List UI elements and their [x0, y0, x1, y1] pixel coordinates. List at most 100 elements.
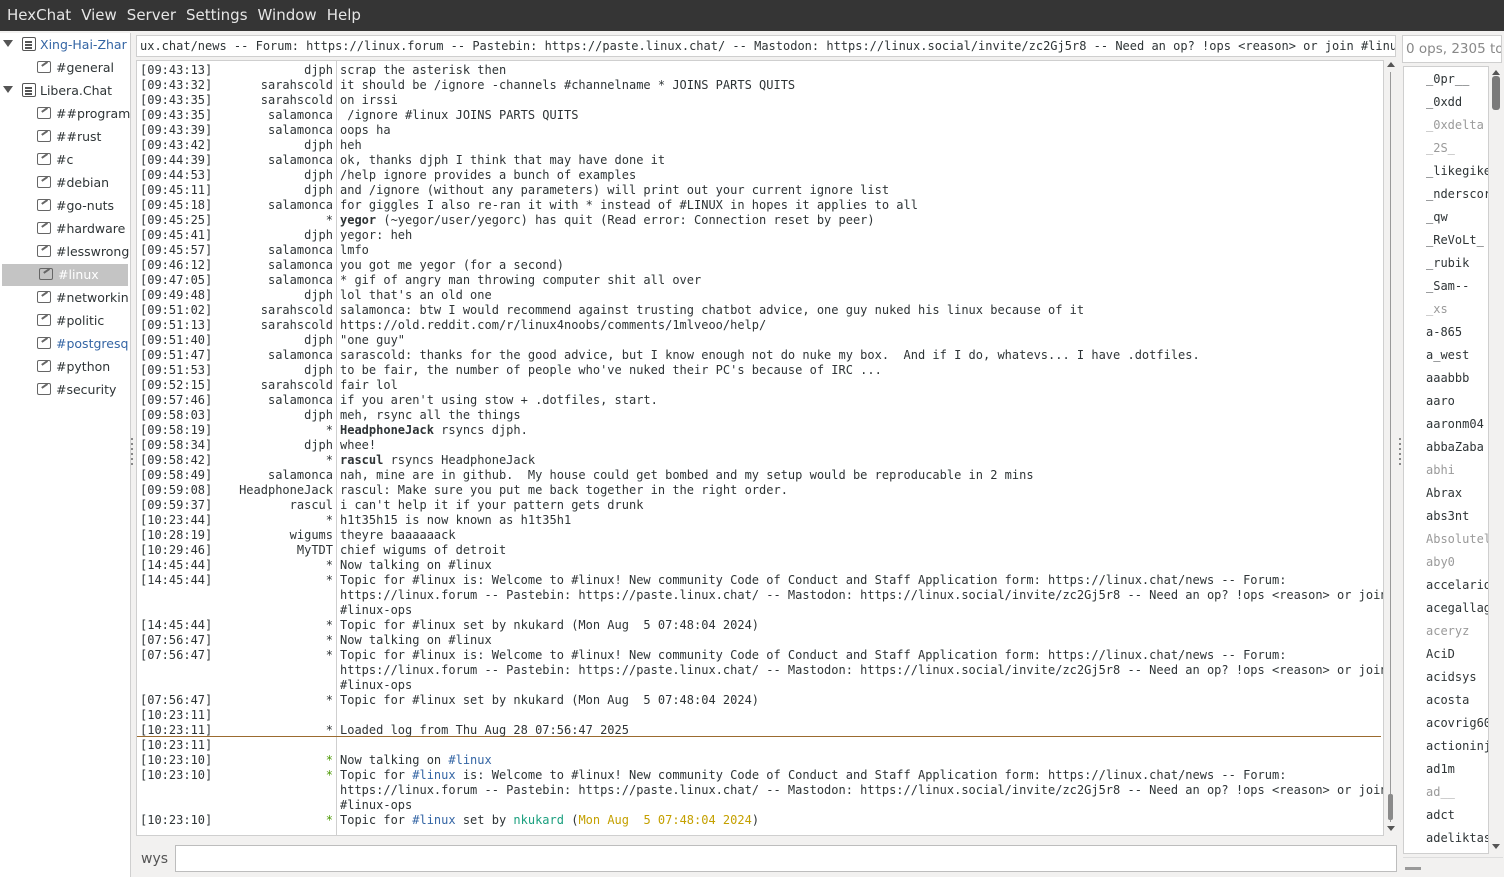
- channel-item[interactable]: #security: [0, 379, 130, 401]
- nick[interactable]: djph: [304, 63, 333, 78]
- user-item[interactable]: aby0: [1426, 552, 1455, 572]
- user-item[interactable]: a_west: [1426, 345, 1469, 365]
- nick[interactable]: sarahscold: [261, 78, 333, 93]
- nick[interactable]: *: [326, 768, 333, 783]
- user-list[interactable]: _0pr__ _0xdd _0xdelta _2S_ _likegike _ndersco…: [1403, 66, 1489, 854]
- nick[interactable]: salamonca: [268, 273, 333, 288]
- action-nick[interactable]: HeadphoneJack: [340, 423, 434, 437]
- channel-item[interactable]: #hardware: [0, 218, 130, 240]
- scroll-up-icon[interactable]: [1387, 62, 1395, 67]
- user-item[interactable]: _likegike: [1426, 161, 1488, 181]
- menu-server[interactable]: Server: [122, 0, 181, 31]
- user-item[interactable]: ad1m: [1426, 759, 1455, 779]
- nick[interactable]: *: [326, 423, 333, 438]
- channel-item[interactable]: #debian: [0, 172, 130, 194]
- user-item[interactable]: actioninj: [1426, 736, 1488, 756]
- action-nick[interactable]: rascul: [340, 453, 383, 467]
- scroll-thumb[interactable]: [1388, 794, 1393, 820]
- scroll-thumb[interactable]: [1492, 76, 1500, 110]
- nick[interactable]: salamonca: [268, 123, 333, 138]
- chat-scrollbar[interactable]: [1385, 60, 1397, 836]
- user-item[interactable]: _0xdelta: [1426, 115, 1484, 135]
- scroll-down-icon[interactable]: [1492, 844, 1500, 849]
- pane-grip[interactable]: [131, 438, 133, 468]
- pane-grip[interactable]: [1399, 438, 1401, 468]
- user-item[interactable]: _ReVoLt_: [1426, 230, 1484, 250]
- nick[interactable]: *: [326, 213, 333, 228]
- channel-item[interactable]: #general: [0, 57, 130, 79]
- nick[interactable]: salamonca: [268, 153, 333, 168]
- message-input[interactable]: [175, 845, 1397, 872]
- nick[interactable]: djph: [304, 288, 333, 303]
- user-item[interactable]: aaabbb: [1426, 368, 1469, 388]
- nick[interactable]: sarahscold: [261, 93, 333, 108]
- nick[interactable]: djph: [304, 138, 333, 153]
- user-item[interactable]: acidsys: [1426, 667, 1477, 687]
- nick[interactable]: sarahscold: [261, 378, 333, 393]
- hscroll-thumb[interactable]: [1405, 867, 1421, 870]
- channel-item[interactable]: #go-nuts: [0, 195, 130, 217]
- nick[interactable]: rascul: [290, 498, 333, 513]
- user-item[interactable]: acegallag: [1426, 598, 1488, 618]
- user-item[interactable]: acosta: [1426, 690, 1469, 710]
- nick[interactable]: *: [326, 648, 333, 663]
- nick[interactable]: *: [326, 723, 333, 738]
- channel-item[interactable]: #lesswrong: [0, 241, 130, 263]
- scroll-track[interactable]: [1390, 72, 1391, 822]
- channel-item[interactable]: ##rust: [0, 126, 130, 148]
- expander-arrow-icon[interactable]: [3, 40, 13, 47]
- userlist-scrollbar[interactable]: [1490, 66, 1503, 854]
- nick[interactable]: djph: [304, 168, 333, 183]
- nick[interactable]: *: [326, 558, 333, 573]
- nick[interactable]: salamonca: [268, 348, 333, 363]
- user-item[interactable]: accelario: [1426, 575, 1488, 595]
- user-item[interactable]: adeliktas: [1426, 828, 1488, 848]
- user-item[interactable]: aaro: [1426, 391, 1455, 411]
- user-item[interactable]: aaronm04: [1426, 414, 1484, 434]
- menu-view[interactable]: View: [76, 0, 122, 31]
- nick[interactable]: djph: [304, 183, 333, 198]
- nick[interactable]: djph: [304, 333, 333, 348]
- menu-settings[interactable]: Settings: [181, 0, 253, 31]
- nick[interactable]: *: [326, 513, 333, 528]
- nick[interactable]: djph: [304, 438, 333, 453]
- nick[interactable]: djph: [304, 363, 333, 378]
- channel-item[interactable]: #linux: [2, 264, 128, 286]
- user-item[interactable]: Abrax: [1426, 483, 1462, 503]
- nick[interactable]: *: [326, 618, 333, 633]
- channel-item[interactable]: ##programm: [0, 103, 130, 125]
- nick[interactable]: *: [326, 573, 333, 588]
- nick[interactable]: *: [326, 753, 333, 768]
- user-item[interactable]: acovrig60: [1426, 713, 1488, 733]
- topic-bar[interactable]: ux.chat/news -- Forum: https://linux.for…: [136, 35, 1396, 57]
- nick[interactable]: salamonca: [268, 243, 333, 258]
- nick[interactable]: HeadphoneJack: [239, 483, 333, 498]
- user-item[interactable]: aceryz: [1426, 621, 1469, 641]
- scroll-down-icon[interactable]: [1387, 826, 1395, 831]
- channel-item[interactable]: #politic: [0, 310, 130, 332]
- menu-window[interactable]: Window: [253, 0, 322, 31]
- channel-item[interactable]: #python: [0, 356, 130, 378]
- nick[interactable]: wigums: [290, 528, 333, 543]
- user-item[interactable]: abbaZaba: [1426, 437, 1484, 457]
- expander-arrow-icon[interactable]: [3, 86, 13, 93]
- user-item[interactable]: Absolutel: [1426, 529, 1488, 549]
- nick[interactable]: *: [326, 813, 333, 828]
- user-item[interactable]: _2S_: [1426, 138, 1455, 158]
- action-nick[interactable]: yegor: [340, 213, 376, 227]
- user-item[interactable]: _xs: [1426, 299, 1448, 319]
- user-item[interactable]: _0pr__: [1426, 69, 1469, 89]
- nick[interactable]: salamonca: [268, 258, 333, 273]
- channel-item[interactable]: #c: [0, 149, 130, 171]
- user-item[interactable]: _qw: [1426, 207, 1448, 227]
- nick-button[interactable]: wys: [136, 848, 174, 870]
- user-item[interactable]: ad__: [1426, 782, 1455, 802]
- user-item[interactable]: _0xdd: [1426, 92, 1462, 112]
- nick[interactable]: MyTDT: [297, 543, 333, 558]
- chat-log[interactable]: [09:43:13] djph scrap the asterisk then [09…: [136, 60, 1384, 836]
- nick[interactable]: salamonca: [268, 198, 333, 213]
- nick[interactable]: djph: [304, 408, 333, 423]
- user-item[interactable]: _rubik: [1426, 253, 1469, 273]
- nick[interactable]: sarahscold: [261, 318, 333, 333]
- nick[interactable]: *: [326, 693, 333, 708]
